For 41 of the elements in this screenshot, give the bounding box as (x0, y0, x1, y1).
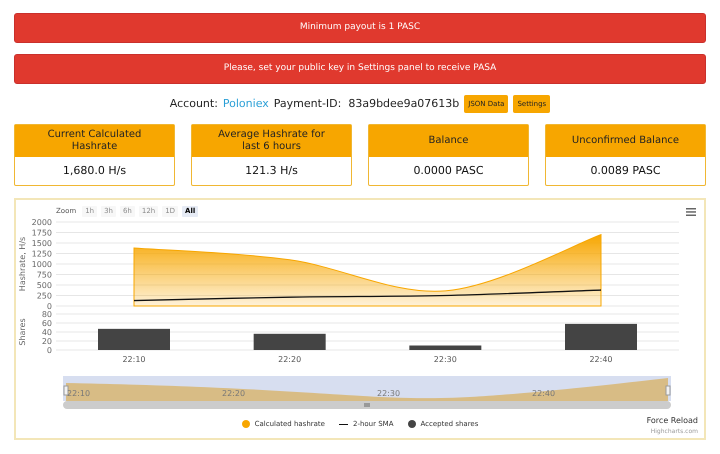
force-reload-link[interactable]: Force Reload (646, 415, 698, 427)
navigator-label: 22:40 (532, 388, 556, 400)
axis-label: 1250 (32, 250, 52, 258)
alert-banner: Minimum payout is 1 PASC (14, 13, 706, 43)
axis-label: 22:20 (278, 355, 302, 364)
axis-title: Hashrate, H/s (18, 236, 27, 292)
axis-label: 20 (42, 337, 52, 346)
card-value: 0.0000 PASC (412, 162, 485, 179)
axis-label: 1000 (32, 260, 52, 269)
axis-label: 2000 (32, 218, 52, 227)
card-title: Average Hashrate for last 6 hours (192, 125, 351, 157)
axis-label: 0 (46, 302, 52, 311)
card-title: Unconfirmed Balance (546, 125, 705, 157)
navigator-label: 22:20 (222, 388, 246, 400)
axis-title: Shares (18, 318, 27, 346)
axis-label: 22:10 (122, 355, 146, 364)
axis-label: 500 (36, 281, 52, 290)
navigator-label: 22:10 (67, 388, 92, 400)
axis-label: 22:40 (589, 355, 613, 364)
payment-id: 83a9bdee9a07613b (348, 96, 460, 112)
menu-icon[interactable] (686, 208, 696, 216)
axis-label: 40 (42, 328, 52, 337)
account-label: Account: (170, 96, 218, 112)
axis-label: 22:30 (434, 355, 457, 364)
card-value: 1,680.0 H/s (62, 162, 128, 179)
card-value: 121.3 H/s (244, 162, 299, 179)
card-title: Current Calculated Hashrate (15, 125, 174, 157)
shares-bar (565, 324, 637, 350)
axis-label: 750 (36, 270, 52, 280)
alert-banner: Please, set your public key in Settings panel to receive PASA (14, 54, 706, 84)
payment-id-label: Payment-ID: (274, 96, 342, 112)
navigator-label: 22:30 (377, 388, 402, 400)
card-value: 0.0089 PASC (589, 162, 662, 179)
axis-label: 80 (42, 310, 52, 319)
axis-label: 1750 (32, 228, 52, 238)
shares-bar (98, 328, 170, 350)
axis-label: 0 (46, 346, 52, 355)
axis-label: 1500 (32, 239, 52, 248)
card-title: Balance (369, 125, 528, 157)
axis-label: 60 (42, 319, 52, 328)
axis-label: 250 (36, 292, 52, 300)
